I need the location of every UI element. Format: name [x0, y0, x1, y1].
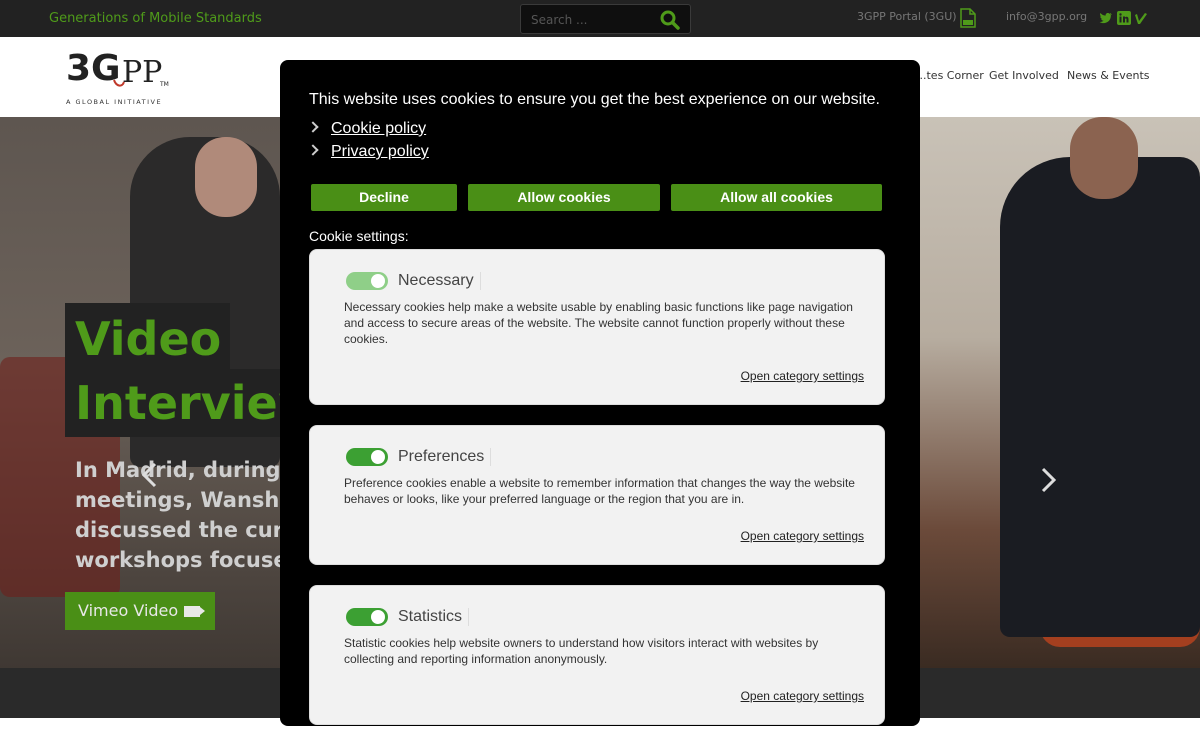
- category-title: Necessary: [398, 272, 481, 290]
- vimeo-icon[interactable]: [1134, 11, 1148, 25]
- necessary-toggle: [346, 272, 388, 290]
- hero-title-line: Interview: [75, 376, 280, 430]
- cookie-policy-label[interactable]: Cookie policy: [331, 120, 426, 137]
- cookie-policy-link[interactable]: Cookie policy: [307, 120, 426, 138]
- portal-link[interactable]: 3GPP Portal (3GU): [857, 10, 957, 23]
- email-link[interactable]: info@3gpp.org: [1006, 10, 1087, 23]
- open-category-settings-link[interactable]: Open category settings: [741, 689, 864, 703]
- video-camera-icon: [184, 606, 206, 617]
- category-description: Necessary cookies help make a website us…: [344, 300, 853, 346]
- nav-item-get-involved[interactable]: Get Involved: [989, 69, 1059, 82]
- vimeo-button-label: Vimeo Video: [78, 601, 179, 620]
- preferences-toggle[interactable]: [346, 448, 388, 466]
- hero-desc-line: In Madrid, during t: [75, 458, 280, 482]
- search-input[interactable]: [531, 11, 651, 29]
- statistics-toggle[interactable]: [346, 608, 388, 626]
- site-tagline: Generations of Mobile Standards: [49, 11, 262, 26]
- interviewer-head: [1070, 117, 1138, 199]
- hero-desc-line: workshops focused: [75, 548, 280, 572]
- cookie-category-necessary: Necessary Necessary cookies help make a …: [309, 249, 885, 405]
- document-icon[interactable]: [960, 8, 976, 28]
- chevron-right-icon: [307, 144, 319, 156]
- privacy-policy-link[interactable]: Privacy policy: [307, 143, 429, 161]
- search-box: [520, 4, 691, 34]
- allow-all-cookies-button[interactable]: Allow all cookies: [671, 184, 882, 211]
- category-description: Statistic cookies help website owners to…: [344, 636, 819, 666]
- cookie-consent-dialog: This website uses cookies to ensure you …: [280, 60, 920, 726]
- svg-text:PP: PP: [122, 55, 162, 90]
- top-bar: Generations of Mobile Standards 3GPP Por…: [0, 0, 1200, 37]
- decline-button[interactable]: Decline: [311, 184, 457, 211]
- open-category-settings-link[interactable]: Open category settings: [741, 529, 864, 543]
- cookie-category-statistics: Statistics Statistic cookies help websit…: [309, 585, 885, 725]
- interviewee-head: [195, 137, 257, 217]
- hero-title-line: Video: [75, 312, 222, 366]
- category-title: Preferences: [398, 448, 492, 466]
- cookie-intro-text: This website uses cookies to ensure you …: [309, 91, 880, 108]
- carousel-prev-icon[interactable]: [140, 462, 160, 488]
- nav-item-news-events[interactable]: News & Events: [1067, 69, 1150, 82]
- svg-text:3G: 3G: [66, 48, 121, 89]
- allow-cookies-button[interactable]: Allow cookies: [468, 184, 660, 211]
- hero-title: Video Interview: [75, 307, 280, 435]
- hero-desc-line: meetings, Wanshi: [75, 488, 280, 512]
- hero-desc-line: discussed the curr: [75, 518, 280, 542]
- category-description: Preference cookies enable a website to r…: [344, 476, 855, 506]
- 3gpp-logo[interactable]: 3G PP TM A GLOBAL INITIATIVE: [66, 42, 176, 108]
- search-icon[interactable]: [660, 10, 680, 30]
- cookie-category-preferences: Preferences Preference cookies enable a …: [309, 425, 885, 565]
- open-category-settings-link[interactable]: Open category settings: [741, 369, 864, 383]
- carousel-next-icon[interactable]: [1038, 467, 1058, 493]
- twitter-icon[interactable]: [1099, 11, 1113, 25]
- interviewer-figure: [1000, 157, 1200, 637]
- vimeo-video-button[interactable]: Vimeo Video: [65, 592, 215, 630]
- category-title: Statistics: [398, 608, 470, 626]
- privacy-policy-label[interactable]: Privacy policy: [331, 143, 429, 160]
- nav-item-members-corner[interactable]: ...tes Corner: [916, 69, 984, 82]
- logo-tagline: A GLOBAL INITIATIVE: [66, 98, 162, 106]
- svg-text:TM: TM: [159, 81, 169, 88]
- hero-description: In Madrid, during t meetings, Wanshi dis…: [75, 455, 280, 575]
- linkedin-icon[interactable]: [1117, 11, 1131, 25]
- cookie-settings-label: Cookie settings:: [309, 228, 409, 244]
- chevron-right-icon: [307, 121, 319, 133]
